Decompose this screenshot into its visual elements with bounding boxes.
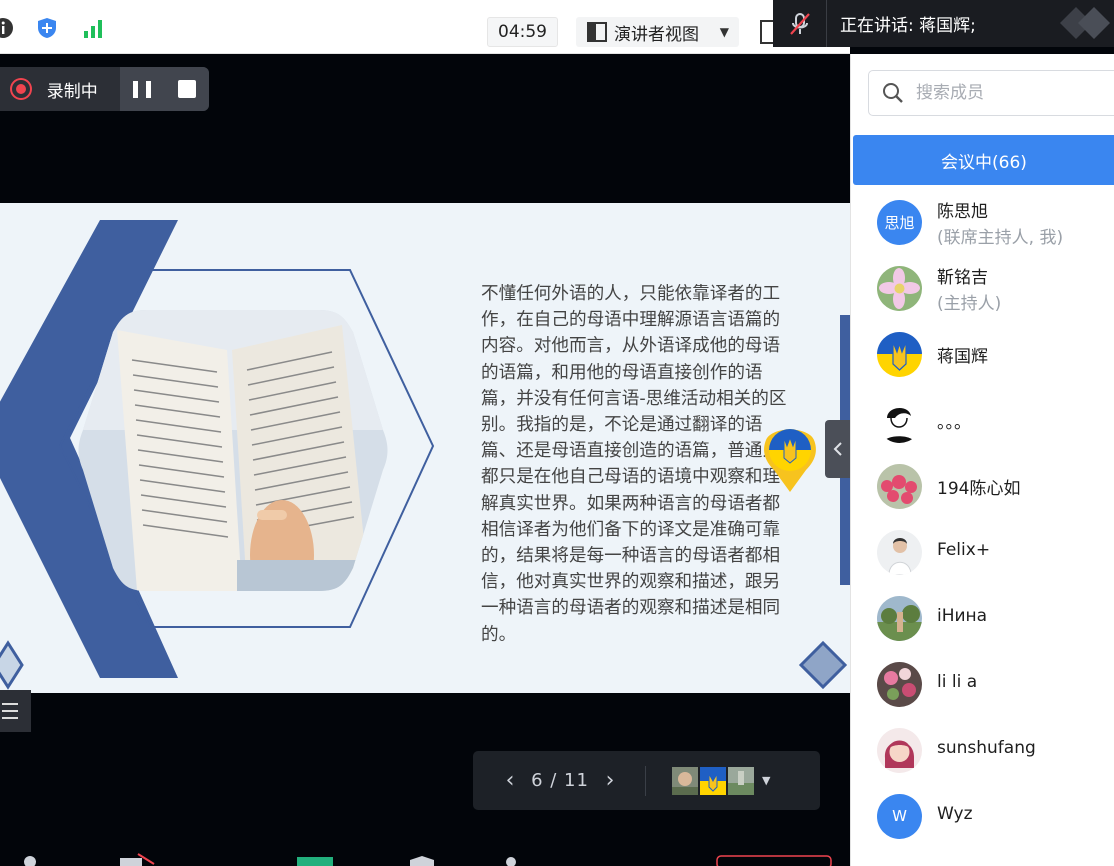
top-toolbar: 04:59 演讲者视图 ▼ [0,0,850,54]
security-shield-icon[interactable] [36,17,58,39]
recording-buttons [120,67,209,111]
avatar [877,595,922,641]
presenter-thumbnails[interactable] [672,766,754,795]
member-item[interactable]: 蒋国辉 [851,321,1114,387]
prev-page-button[interactable]: ‹ [495,768,525,793]
member-item[interactable]: li li a [851,651,1114,717]
info-icon[interactable] [0,17,14,39]
member-name: 194陈心如 [937,479,1021,499]
stop-recording-button[interactable] [177,80,196,98]
avatar [877,463,922,509]
member-item[interactable]: 194陈心如 [851,453,1114,519]
layout-icon [587,22,607,42]
active-speaker-banner: 正在讲话: 蒋国辉; [773,0,1114,47]
chevron-left-icon [833,442,842,456]
recording-controls: 录制中 [0,67,209,111]
participants-panel: 会议中(66) 思旭 陈思旭 (联席主持人, 我) 靳铭吉 (主持人) [850,54,1114,866]
shared-slide: 不懂任何外语的人，只能依靠译者的工作，在自己的母语中理解源语言语篇的内容。对他而… [0,203,850,693]
search-input[interactable] [916,83,1096,103]
watermark-decoration [1060,7,1110,39]
member-role: (主持人) [937,294,1002,314]
slide-pager: ‹ 6 / 11 › ▼ [473,751,820,810]
page-indicator: 6 / 11 [531,770,589,791]
member-item[interactable]: 思旭 陈思旭 (联席主持人, 我) [851,189,1114,255]
pager-divider [645,765,646,796]
recording-indicator-icon [10,78,32,100]
member-name: 靳铭吉 [937,268,988,288]
member-item[interactable]: 。。。 [851,387,1114,453]
chevron-down-icon[interactable]: ▼ [762,774,770,787]
member-name: li li a [937,672,978,692]
member-name: sunshufang [937,738,1036,758]
member-search[interactable] [868,70,1114,116]
meeting-timer: 04:59 [487,17,558,47]
member-name: iНина [937,606,988,626]
menu-icon[interactable] [0,690,31,732]
view-mode-select[interactable]: 演讲者视图 ▼ [576,17,739,47]
thumbnail-1 [672,766,698,795]
meeting-window: 04:59 演讲者视图 ▼ 正在讲话: 蒋国辉; 录制中 不懂任何外语的人，只能… [0,0,1114,866]
tab-in-meeting[interactable]: 会议中(66) [853,135,1114,185]
collapse-panel-button[interactable] [825,420,850,478]
member-name: 蒋国辉 [937,347,988,367]
mic-muted-icon[interactable] [773,0,827,47]
member-item[interactable]: 靳铭吉 (主持人) [851,255,1114,321]
avatar [877,727,922,773]
avatar [877,397,922,443]
avatar: 思旭 [877,199,922,245]
network-signal-icon[interactable] [83,17,105,39]
member-name: Felix+ [937,540,991,560]
view-mode-label: 演讲者视图 [614,24,699,45]
member-item[interactable]: iНина [851,585,1114,651]
member-item[interactable]: Felix+ [851,519,1114,585]
active-speaker-text: 正在讲话: 蒋国辉; [840,16,976,36]
speaker-location-pin-icon [764,429,816,492]
avatar [877,529,922,575]
bottom-toolbar [0,842,850,866]
open-book-image [78,310,388,591]
next-page-button[interactable]: › [595,768,625,793]
pause-recording-button[interactable] [133,80,152,98]
bottom-toolbar-icons [24,853,832,866]
thumbnail-3 [728,766,754,795]
avatar [877,331,922,377]
member-item[interactable]: sunshufang [851,717,1114,783]
fullscreen-icon[interactable] [760,20,774,44]
slide-paragraph: 不懂任何外语的人，只能依靠译者的工作，在自己的母语中理解源语言语篇的内容。对他而… [481,284,787,645]
avatar [877,265,922,311]
member-item[interactable]: W Wyz [851,783,1114,849]
member-name: 陈思旭 [937,202,988,222]
avatar [877,661,922,707]
search-icon [883,83,903,103]
recording-status-label: 录制中 [46,81,98,102]
thumbnail-2 [700,766,726,795]
avatar: W [877,793,922,839]
member-role: (联席主持人, 我) [937,228,1064,248]
member-name: Wyz [937,804,973,824]
chevron-down-icon: ▼ [719,25,729,39]
member-list: 思旭 陈思旭 (联席主持人, 我) 靳铭吉 (主持人) 蒋国辉 。。。 194陈… [851,189,1114,849]
member-name: 。。。 [937,413,971,433]
